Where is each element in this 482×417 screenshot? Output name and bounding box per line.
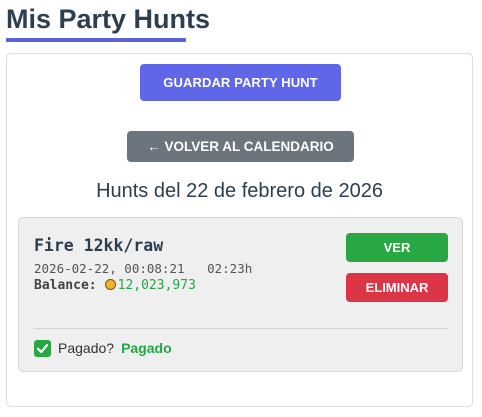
paid-checkbox[interactable] — [34, 339, 51, 357]
paid-row: Pagado? Pagado — [34, 339, 172, 357]
hunts-date-heading: Hunts del 22 de febrero de 2026 — [96, 180, 383, 202]
party-hunts-card: GUARDAR PARTY HUNT ← VOLVER AL CALENDARI… — [6, 53, 473, 407]
balance-label: Balance: — [34, 278, 97, 293]
hunt-meta: 2026-02-22, 00:08:21 02:23h — [34, 261, 252, 277]
hunt-datetime: 2026-02-22, 00:08:21 — [34, 261, 185, 276]
hunt-item: Fire 12kk/raw 2026-02-22, 00:08:21 02:23… — [18, 217, 463, 372]
save-party-hunt-button[interactable]: GUARDAR PARTY HUNT — [140, 64, 341, 101]
check-icon — [36, 343, 49, 353]
back-to-calendar-button[interactable]: ← VOLVER AL CALENDARIO — [127, 131, 354, 162]
paid-status: Pagado — [121, 340, 172, 356]
balance-value: 12,023,973 — [117, 278, 196, 293]
hunt-balance: Balance: 12,023,973 — [34, 277, 196, 295]
delete-hunt-button[interactable]: ELIMINAR — [346, 273, 448, 302]
gold-coin-icon — [104, 279, 116, 290]
view-hunt-button[interactable]: VER — [346, 233, 448, 262]
hunt-name: Fire 12kk/raw — [34, 236, 164, 255]
page-title: Mis Party Hunts — [6, 4, 211, 34]
divider — [34, 328, 448, 329]
paid-question-label: Pagado? — [58, 340, 115, 356]
title-underline — [6, 38, 186, 42]
page: Mis Party Hunts GUARDAR PARTY HUNT ← VOL… — [0, 0, 482, 417]
hunt-duration: 02:23h — [207, 261, 253, 276]
